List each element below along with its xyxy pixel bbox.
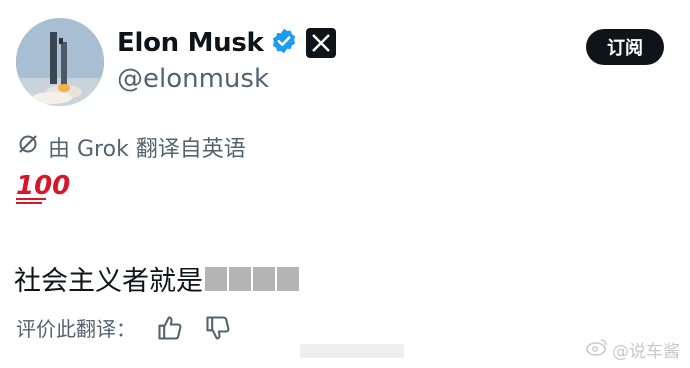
profile-avatar[interactable]	[16, 18, 104, 106]
verified-badge-icon	[270, 27, 298, 59]
thumbs-up-icon[interactable]	[156, 314, 184, 342]
profile-handle[interactable]: @elonmusk	[117, 64, 269, 94]
rate-translation-row: 评价此翻译：	[16, 313, 232, 342]
translation-label: 由 Grok 翻译自英语	[48, 137, 246, 162]
post-text-content: 社会主义者就是	[14, 266, 203, 297]
watermark: @说车酱	[586, 337, 680, 362]
hundred-points-emoji: 100	[16, 171, 70, 204]
thumbs-down-icon[interactable]	[204, 314, 232, 342]
grok-icon	[16, 132, 40, 162]
post-text: 社会主义者就是	[14, 259, 299, 298]
blurred-overlay	[300, 344, 404, 358]
weibo-icon	[586, 338, 608, 361]
profile-name-row: Elon Musk	[117, 27, 336, 59]
hundred-underline-2	[16, 202, 42, 204]
translation-notice[interactable]: 由 Grok 翻译自英语	[16, 131, 246, 163]
profile-name[interactable]: Elon Musk	[117, 28, 264, 58]
rate-translation-label: 评价此翻译：	[16, 317, 136, 341]
subscribe-button[interactable]: 订阅	[586, 29, 664, 65]
rocket-launch-image	[16, 18, 104, 106]
redacted-text	[205, 266, 299, 291]
x-affiliation-icon	[305, 28, 336, 58]
watermark-text: @说车酱	[612, 342, 680, 362]
